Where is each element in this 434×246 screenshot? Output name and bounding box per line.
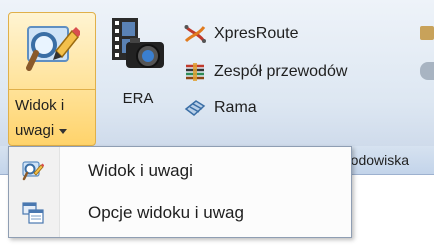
menu-item-view-notes[interactable]: Widok i uwagi	[9, 151, 351, 191]
view-notes-label[interactable]: Widok i uwagi	[9, 93, 97, 143]
film-camera-icon	[112, 18, 164, 68]
era-button[interactable]: ERA	[104, 12, 172, 116]
view-notes-label-line1: Widok i	[15, 97, 65, 114]
menu-item-view-options[interactable]: Opcje widoku i uwag	[9, 193, 351, 233]
menu-item-view-notes-label: Widok i uwagi	[88, 161, 193, 180]
partial-edge-icon[interactable]	[420, 62, 434, 80]
wire-harness-button[interactable]: Zespół przewodów	[184, 58, 347, 86]
group-footer-label: rodowiska	[346, 152, 410, 168]
magnifier-pencil-icon	[26, 26, 80, 71]
menu-item-view-options-label: Opcje widoku i uwag	[88, 203, 244, 222]
wire-harness-icon	[186, 63, 204, 81]
partial-edge-icon[interactable]	[420, 26, 434, 40]
split-divider	[9, 89, 95, 90]
view-notes-dropdown-menu: Widok i uwagi Opcje widoku i uwag	[8, 146, 352, 238]
ribbon: Widok i uwagi ERA XpresRoute Zespół prze…	[0, 0, 434, 147]
chevron-down-icon[interactable]	[59, 128, 68, 134]
era-label: ERA	[122, 90, 154, 107]
view-options-icon	[22, 202, 44, 224]
xpresroute-label: XpresRoute	[214, 25, 299, 42]
view-notes-split-button[interactable]: Widok i uwagi	[8, 12, 96, 146]
view-notes-label-line2: uwagi	[15, 122, 55, 139]
xpresroute-button[interactable]: XpresRoute	[184, 20, 299, 48]
frame-button[interactable]: Rama	[184, 94, 257, 122]
frame-label: Rama	[214, 99, 257, 116]
frame-icon	[184, 100, 206, 116]
xpresroute-icon	[184, 25, 206, 43]
wire-harness-label: Zespół przewodów	[214, 63, 348, 80]
view-notes-icon	[22, 161, 44, 181]
